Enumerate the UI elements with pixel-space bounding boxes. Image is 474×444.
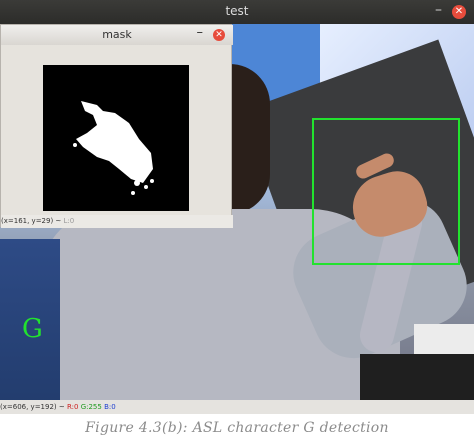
status-g-value: G:255	[80, 403, 102, 411]
close-icon[interactable]: ✕	[452, 5, 466, 19]
minimize-icon[interactable]: –	[197, 25, 204, 40]
mask-titlebar[interactable]: mask – ✕	[1, 25, 233, 45]
mask-image	[43, 65, 189, 211]
figure-caption: Figure 4.3(b): ASL character G detection	[85, 420, 389, 436]
detection-bounding-box	[312, 118, 460, 265]
status-r-value: R:0	[66, 403, 79, 411]
mask-window: mask – ✕ (x=161, y=29) ~ L:0	[0, 24, 233, 228]
test-window-title: test	[225, 4, 249, 18]
mask-status-bar: (x=161, y=29) ~ L:0	[1, 215, 233, 228]
test-titlebar[interactable]: test – ✕	[0, 0, 474, 24]
mask-status-value: L:0	[63, 217, 75, 225]
mask-shape	[73, 101, 154, 195]
desk-object	[360, 354, 474, 400]
status-b-value: B:0	[104, 403, 116, 411]
mask-status-coords: (x=161, y=29) ~	[1, 217, 62, 225]
close-icon[interactable]: ✕	[213, 29, 225, 41]
test-status-bar: (x=606, y=192) ~ R:0 G:255 B:0	[0, 400, 474, 414]
status-coords: (x=606, y=192) ~	[0, 403, 65, 411]
minimize-icon[interactable]: –	[435, 2, 442, 18]
prediction-label: G	[22, 314, 43, 344]
